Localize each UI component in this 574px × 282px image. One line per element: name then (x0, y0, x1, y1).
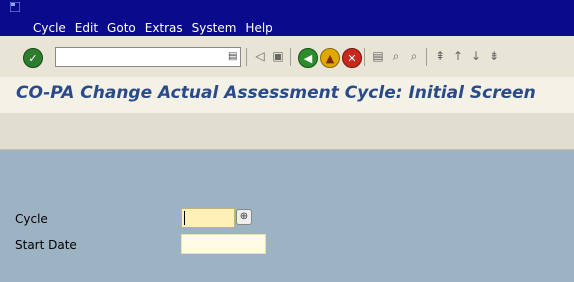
back-icon[interactable]: ◀ (298, 48, 318, 68)
last-page-icon[interactable]: ⇟ (486, 48, 502, 64)
print-icon[interactable]: ▤ (370, 48, 386, 64)
first-page-icon[interactable]: ⇞ (432, 48, 448, 64)
find-next-icon[interactable]: ⌕ (406, 48, 422, 64)
menu-item-extras[interactable]: Extras (145, 21, 183, 35)
start-date-label: Start Date (15, 238, 77, 252)
previous-page-icon[interactable]: ↑ (450, 48, 466, 64)
toolbar-separator (246, 48, 247, 66)
enter-check-icon[interactable]: ✓ (23, 48, 43, 68)
search-help-icon[interactable]: ⊕ (236, 209, 252, 225)
application-toolbar (0, 113, 574, 150)
toolbar-separator (364, 48, 365, 66)
toolbar-separator (426, 48, 427, 66)
menu-item-cycle[interactable]: Cycle (33, 21, 66, 35)
cancel-icon[interactable]: ✕ (342, 48, 362, 68)
menu-item-help[interactable]: Help (245, 21, 272, 35)
system-menu-icon[interactable] (10, 2, 20, 12)
menu-item-system[interactable]: System (192, 21, 237, 35)
cycle-input[interactable] (181, 208, 235, 228)
page-title: CO-PA Change Actual Assessment Cycle: In… (16, 83, 536, 103)
toolbar-separator (290, 48, 291, 66)
save-icon[interactable]: ▣ (270, 48, 286, 64)
command-history-icon[interactable]: ▤ (228, 51, 238, 64)
command-field[interactable] (55, 47, 241, 67)
start-date-input[interactable] (181, 234, 266, 254)
menu: Cycle Edit Goto Extras System Help (33, 21, 282, 35)
text-cursor (184, 211, 185, 225)
menu-item-edit[interactable]: Edit (75, 21, 98, 35)
find-icon[interactable]: ⌕ (388, 48, 404, 64)
back-arrow-icon[interactable]: ◁ (252, 48, 268, 64)
cycle-label: Cycle (15, 212, 48, 226)
exit-icon[interactable]: ▲ (320, 48, 340, 68)
next-page-icon[interactable]: ↓ (468, 48, 484, 64)
menu-item-goto[interactable]: Goto (107, 21, 136, 35)
menu-bar: Cycle Edit Goto Extras System Help (0, 0, 574, 36)
